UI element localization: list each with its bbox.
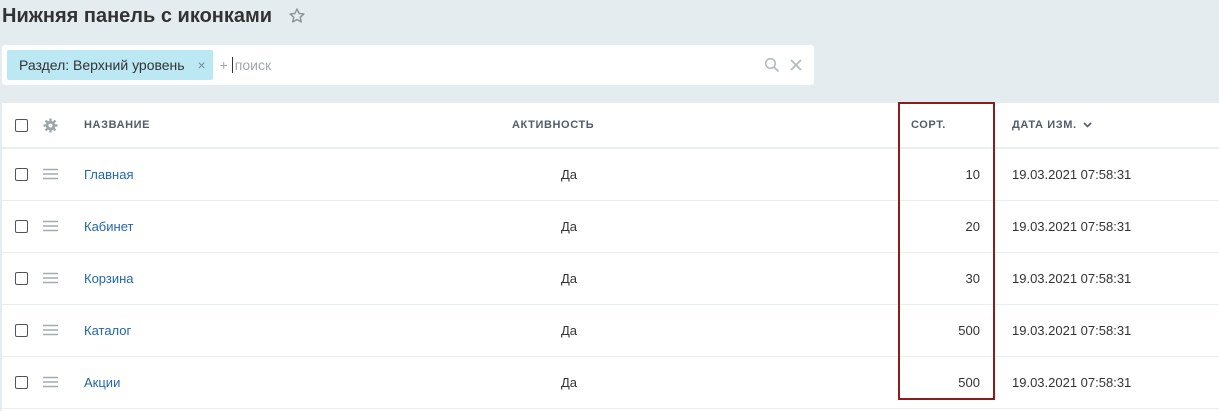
row-sort: 30 [965,271,980,286]
row-checkbox[interactable] [15,168,28,181]
clear-icon[interactable] [790,59,802,71]
row-sort: 500 [958,375,980,390]
row-sort: 10 [965,167,980,182]
row-name-link[interactable]: Каталог [84,323,131,338]
row-name-link[interactable]: Акции [84,375,120,390]
add-filter-plus[interactable]: + [220,57,228,73]
row-name-link[interactable]: Кабинет [84,219,133,234]
title-row: Нижняя панель с иконками [2,3,306,29]
grid-header: НАЗВАНИЕ АКТИВНОСТЬ СОРТ. ДАТА ИЗМ. [2,103,1219,149]
gear-icon[interactable] [43,118,58,133]
row-date: 19.03.2021 07:58:31 [1012,219,1132,234]
drag-handle-icon[interactable] [42,168,59,180]
drag-handle-icon[interactable] [42,220,59,232]
row-checkbox[interactable] [15,272,28,285]
search-icon[interactable] [764,57,780,73]
search-input[interactable] [231,57,764,73]
column-header-date[interactable]: ДАТА ИЗМ. [1012,103,1092,147]
filter-tag-close-icon[interactable]: × [197,57,207,73]
column-header-sort[interactable]: СОРТ. [898,103,990,147]
column-header-active[interactable]: АКТИВНОСТЬ [512,103,594,147]
filter-tag[interactable]: Раздел: Верхний уровень × [7,50,213,80]
column-header-date-label: ДАТА ИЗМ. [1012,119,1077,131]
row-sort: 500 [958,323,980,338]
filter-bar: Раздел: Верхний уровень × + [2,45,814,85]
drag-handle-icon[interactable] [42,272,59,284]
row-date: 19.03.2021 07:58:31 [1012,323,1132,338]
row-name-link[interactable]: Главная [84,167,133,182]
table-row: Каталог Да 500 19.03.2021 07:58:31 [2,305,1219,357]
row-checkbox[interactable] [15,324,28,337]
filter-tag-label: Раздел: Верхний уровень [19,57,185,73]
table-row: Главная Да 10 19.03.2021 07:58:31 [2,149,1219,201]
row-active: Да [561,271,578,286]
row-sort: 20 [965,219,980,234]
chevron-down-icon [1083,122,1092,128]
drag-handle-icon[interactable] [42,376,59,388]
table-row: Акции Да 500 19.03.2021 07:58:31 [2,357,1219,409]
table-row: Кабинет Да 20 19.03.2021 07:58:31 [2,201,1219,253]
row-active: Да [561,375,578,390]
row-checkbox[interactable] [15,376,28,389]
row-date: 19.03.2021 07:58:31 [1012,271,1132,286]
row-checkbox[interactable] [15,220,28,233]
column-header-name[interactable]: НАЗВАНИЕ [84,103,150,147]
page-title: Нижняя панель с иконками [2,4,273,27]
drag-handle-icon[interactable] [42,324,59,336]
row-name-link[interactable]: Корзина [84,271,134,286]
data-grid: НАЗВАНИЕ АКТИВНОСТЬ СОРТ. ДАТА ИЗМ. Глав… [2,103,1219,411]
row-active: Да [561,219,578,234]
star-icon[interactable] [288,7,306,25]
row-date: 19.03.2021 07:58:31 [1012,167,1132,182]
row-date: 19.03.2021 07:58:31 [1012,375,1132,390]
select-all-checkbox[interactable] [15,119,28,132]
row-active: Да [561,323,578,338]
row-active: Да [561,167,578,182]
table-row: Корзина Да 30 19.03.2021 07:58:31 [2,253,1219,305]
